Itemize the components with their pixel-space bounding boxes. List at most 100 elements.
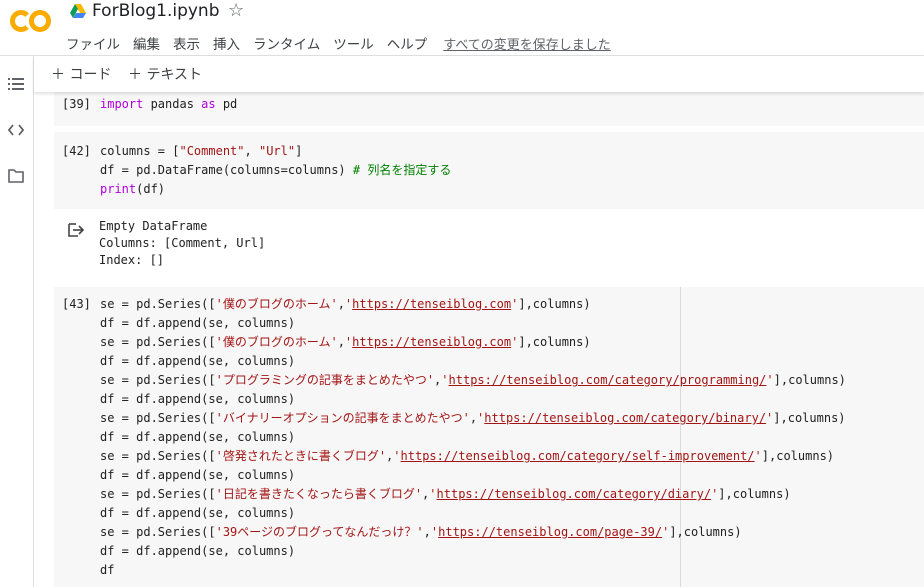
execution-count: [43] bbox=[62, 297, 91, 311]
cell-code[interactable]: columns = ["Comment", "Url"] df = pd.Data… bbox=[100, 142, 451, 199]
code-line: se = pd.Series(['日記を書きたくなったら書くブログ','http… bbox=[100, 485, 846, 504]
code-line: se = pd.Series(['プログラミングの記事をまとめたやつ','htt… bbox=[100, 371, 846, 390]
code-token: "Comment" bbox=[179, 144, 245, 158]
cell-code[interactable]: import pandas as pd bbox=[100, 95, 237, 114]
code-url-token[interactable]: https://tenseiblog.com bbox=[352, 297, 511, 311]
execution-count: [39] bbox=[62, 97, 91, 111]
output-line: Empty DataFrame bbox=[99, 219, 208, 233]
menu-edit[interactable]: 編集 bbox=[133, 33, 160, 53]
code-line: se = pd.Series(['僕のブログのホーム','https://ten… bbox=[100, 295, 846, 314]
execution-count: [42] bbox=[62, 144, 91, 158]
code-token: columns = [ bbox=[100, 144, 180, 158]
code-token: "Url" bbox=[258, 144, 296, 158]
code-line: import pandas as pd bbox=[100, 95, 237, 114]
notebook-area: [39] import pandas as pd [42] columns = … bbox=[35, 92, 924, 587]
code-token: ],columns) bbox=[669, 525, 742, 539]
code-token: se = pd.Series([ bbox=[100, 297, 216, 311]
menu-tools[interactable]: ツール bbox=[333, 33, 374, 53]
code-token: ],columns) bbox=[518, 297, 591, 311]
code-line: se = pd.Series(['啓発されたときに書くブログ','https:/… bbox=[100, 447, 846, 466]
code-token: # 列名を指定する bbox=[352, 163, 452, 177]
save-status-link[interactable]: すべての変更を保存しました bbox=[443, 34, 611, 53]
left-sidebar bbox=[0, 56, 34, 587]
code-token: ],columns) bbox=[518, 335, 591, 349]
code-line: df = df.append(se, columns) bbox=[100, 314, 846, 333]
code-token: se = pd.Series([ bbox=[100, 449, 216, 463]
code-token: '僕のブログのホーム' bbox=[215, 335, 338, 349]
menu-help[interactable]: ヘルプ bbox=[387, 33, 428, 53]
toc-icon[interactable] bbox=[6, 74, 26, 94]
code-token: , bbox=[337, 335, 345, 349]
add-code-cell-button[interactable]: ＋ コード bbox=[51, 64, 111, 84]
menu-runtime[interactable]: ランタイム bbox=[253, 33, 320, 53]
code-token: df = df.append(se, columns) bbox=[100, 506, 296, 520]
code-token: df = df.append(se, columns) bbox=[100, 354, 296, 368]
add-text-cell-button[interactable]: ＋ テキスト bbox=[128, 64, 202, 84]
menu-file[interactable]: ファイル bbox=[66, 33, 120, 53]
code-token: 'バイナリーオプションの記事をまとめたやつ' bbox=[215, 411, 470, 425]
code-line: df = df.append(se, columns) bbox=[100, 466, 846, 485]
code-token: df = df.append(se, columns) bbox=[100, 316, 296, 330]
code-token: ] bbox=[295, 144, 303, 158]
code-line: se = pd.Series(['僕のブログのホーム','https://ten… bbox=[100, 333, 846, 352]
output-text: Empty DataFrame Columns: [Comment, Url] … bbox=[99, 218, 265, 269]
code-token: se = pd.Series([ bbox=[100, 487, 216, 501]
code-line: df = df.append(se, columns) bbox=[100, 390, 846, 409]
code-cell[interactable]: [43] se = pd.Series(['僕のブログのホーム','https:… bbox=[54, 287, 924, 587]
code-token: ' bbox=[429, 487, 437, 501]
code-token: '僕のブログのホーム' bbox=[215, 297, 338, 311]
code-line: columns = ["Comment", "Url"] bbox=[100, 142, 451, 161]
code-token: , bbox=[244, 144, 259, 158]
notebook-title[interactable]: ForBlog1.ipynb bbox=[92, 1, 220, 21]
code-url-token[interactable]: https://tenseiblog.com/category/binary/ bbox=[484, 411, 766, 425]
code-token: pandas bbox=[143, 97, 202, 111]
code-token: '39ページのブログってなんだっけ？' bbox=[215, 525, 424, 539]
code-url-token[interactable]: https://tenseiblog.com/category/diary/ bbox=[437, 487, 712, 501]
code-token: import bbox=[100, 97, 144, 111]
notebook-toolbar: ＋ コード ＋ テキスト bbox=[34, 56, 924, 92]
code-token: '日記を書きたくなったら書くブログ' bbox=[215, 487, 423, 501]
code-token: ],columns) bbox=[773, 373, 846, 387]
colab-logo[interactable] bbox=[10, 6, 52, 36]
files-icon[interactable] bbox=[6, 166, 26, 186]
code-snippets-icon[interactable] bbox=[6, 120, 26, 140]
code-token: 'プログラミングの記事をまとめたやつ' bbox=[215, 373, 435, 387]
menu-insert[interactable]: 挿入 bbox=[213, 33, 240, 53]
output-redirect-icon[interactable] bbox=[68, 222, 86, 238]
cell-code[interactable]: se = pd.Series(['僕のブログのホーム','https://ten… bbox=[100, 295, 846, 580]
code-token: ' bbox=[766, 373, 774, 387]
menu-bar: ファイル 編集 表示 挿入 ランタイム ツール ヘルプ すべての変更を保存しまし… bbox=[66, 33, 611, 53]
code-token: se = pd.Series([ bbox=[100, 335, 216, 349]
menu-view[interactable]: 表示 bbox=[173, 33, 200, 53]
code-token: '啓発されたときに書くブログ' bbox=[215, 449, 387, 463]
code-line: print(df) bbox=[100, 180, 451, 199]
code-line: se = pd.Series(['39ページのブログってなんだっけ？','htt… bbox=[100, 523, 846, 542]
code-token: ],columns) bbox=[773, 411, 846, 425]
code-token: se = pd.Series([ bbox=[100, 411, 216, 425]
code-token: df = df.append(se, columns) bbox=[100, 544, 296, 558]
code-token: df = pd.DataFrame(columns=columns) bbox=[100, 163, 353, 177]
code-url-token[interactable]: https://tenseiblog.com/page-39/ bbox=[438, 525, 662, 539]
star-icon[interactable]: ☆ bbox=[228, 0, 244, 21]
code-url-token[interactable]: https://tenseiblog.com bbox=[352, 335, 511, 349]
code-url-token[interactable]: https://tenseiblog.com/category/self-imp… bbox=[401, 449, 755, 463]
app-header: ForBlog1.ipynb ☆ ファイル 編集 表示 挿入 ランタイム ツール… bbox=[0, 0, 924, 56]
code-token: , bbox=[469, 411, 478, 425]
code-line: df = df.append(se, columns) bbox=[100, 542, 846, 561]
code-token: , bbox=[337, 297, 345, 311]
code-token: print bbox=[100, 182, 137, 196]
code-token: se = pd.Series([ bbox=[100, 525, 216, 539]
code-token: se = pd.Series([ bbox=[100, 373, 216, 387]
code-token: (df) bbox=[136, 182, 166, 196]
code-token: ],columns) bbox=[718, 487, 791, 501]
code-token: , bbox=[423, 525, 431, 539]
code-token: df = df.append(se, columns) bbox=[100, 468, 296, 482]
cell-output: Empty DataFrame Columns: [Comment, Url] … bbox=[35, 212, 924, 276]
google-drive-icon bbox=[70, 4, 86, 18]
code-url-token[interactable]: https://tenseiblog.com/category/programm… bbox=[449, 373, 767, 387]
code-cell[interactable]: [42] columns = ["Comment", "Url"] df = pd… bbox=[54, 132, 924, 209]
code-cell[interactable]: [39] import pandas as pd bbox=[54, 92, 924, 126]
code-line: df = df.append(se, columns) bbox=[100, 428, 846, 447]
code-line: df bbox=[100, 561, 846, 580]
code-token: df = df.append(se, columns) bbox=[100, 430, 296, 444]
